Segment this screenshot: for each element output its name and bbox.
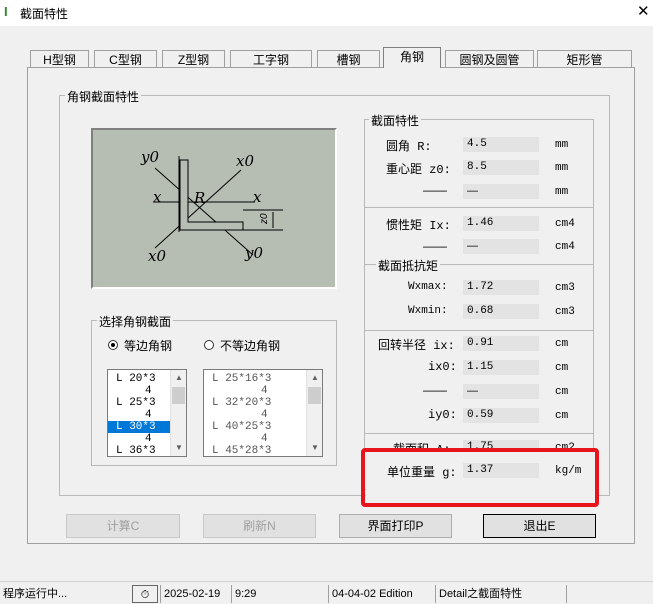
radius-r-label: 圆角 R: [386, 140, 432, 154]
tab-h-steel[interactable]: H型钢 [30, 50, 89, 68]
z0-label: 重心距 z0: [386, 163, 451, 177]
status-detail: Detail之截面特性 [435, 585, 565, 603]
blank-value: — [463, 239, 539, 254]
radio-unequal[interactable] [204, 340, 214, 350]
modulus-label: 截面抵抗矩 [376, 257, 441, 274]
scroll-thumb[interactable] [308, 387, 321, 404]
z0-value: 8.5 [463, 160, 539, 175]
equal-angle-list[interactable]: L 20*3 4 L 25*3 4 L 30*3 4 L 36*3 ▲ ▼ [107, 369, 187, 457]
blank-label: —— [423, 183, 447, 197]
wxmax-label: Wxmax: [408, 281, 448, 293]
exit-button[interactable]: 退出E [483, 514, 596, 538]
angle-diagram-svg: y0 x0 x x R x0 y0 z0 [140, 148, 283, 265]
radio-unequal-label[interactable]: 不等边角钢 [220, 337, 280, 354]
tab-z-steel[interactable]: Z型钢 [162, 50, 225, 68]
divider [364, 330, 594, 331]
clock-icon: ⏱ [132, 585, 158, 603]
list-item[interactable]: L 32*20*3 [204, 397, 322, 409]
scroll-down-icon[interactable]: ▼ [307, 440, 322, 456]
z0-unit: mm [555, 162, 569, 174]
status-time: 9:29 [231, 585, 326, 603]
highlight-box [361, 448, 599, 507]
divider [364, 207, 594, 208]
print-button[interactable]: 界面打印P [339, 514, 452, 538]
blank-unit: cm4 [555, 241, 575, 253]
tab-round-tube[interactable]: 圆钢及圆管 [445, 50, 534, 68]
gyration-ix-label: 回转半径 ix: [378, 339, 455, 353]
tab-i-beam[interactable]: 工字钢 [230, 50, 312, 68]
equal-list-scrollbar[interactable]: ▲ ▼ [170, 370, 186, 456]
select-section-label: 选择角钢截面 [97, 313, 174, 330]
tab-angle-steel[interactable]: 角钢 [383, 47, 441, 68]
app-icon: I [4, 4, 8, 19]
blank-value: — [463, 384, 539, 399]
blank-unit: mm [555, 186, 569, 198]
gyration-iy0-unit: cm [555, 410, 569, 422]
section-props-label: 截面特性 [369, 112, 422, 129]
divider [364, 433, 594, 434]
status-empty [566, 585, 653, 603]
label-x-left: x [153, 188, 162, 206]
angle-section-diagram: y0 x0 x x R x0 y0 z0 [91, 128, 337, 289]
gyration-iy0-label: iy0: [428, 408, 457, 422]
tab-channel[interactable]: 槽钢 [317, 50, 380, 68]
unequal-list-scrollbar[interactable]: ▲ ▼ [306, 370, 322, 456]
gyration-iy0-value: 0.59 [463, 408, 539, 423]
scroll-up-icon[interactable]: ▲ [171, 370, 186, 386]
wxmin-value: 0.68 [463, 304, 539, 319]
tab-c-steel[interactable]: C型钢 [94, 50, 157, 68]
wxmax-value: 1.72 [463, 280, 539, 295]
status-date: 2025-02-19 [160, 585, 230, 603]
list-item[interactable]: 4 [204, 409, 322, 421]
label-R: R [193, 189, 205, 207]
calc-button[interactable]: 计算C [66, 514, 180, 538]
refresh-button[interactable]: 刷新N [203, 514, 316, 538]
list-item[interactable]: L 40*25*3 [204, 421, 322, 433]
label-x0-bottom: x0 [148, 247, 166, 265]
wxmax-unit: cm3 [555, 282, 575, 294]
tab-rect-tube[interactable]: 矩形管 [537, 50, 632, 68]
scroll-down-icon[interactable]: ▼ [171, 440, 186, 456]
list-item[interactable]: 4 [204, 385, 322, 397]
label-z0: z0 [259, 213, 270, 225]
window-title: 截面特性 [20, 7, 69, 21]
blank-unit: cm [555, 386, 569, 398]
blank-label: —— [423, 383, 447, 397]
radio-equal-label[interactable]: 等边角钢 [124, 337, 172, 354]
close-icon[interactable]: ✕ [637, 2, 650, 20]
radius-r-unit: mm [555, 139, 569, 151]
status-bar: 程序运行中... ⏱ 2025-02-19 9:29 04-04-02 Edit… [0, 581, 653, 604]
inertia-ix-label: 惯性矩 Ix: [386, 219, 451, 233]
status-edition: 04-04-02 Edition [328, 585, 434, 603]
gyration-ix-unit: cm [555, 338, 569, 350]
label-y0-top: y0 [140, 148, 159, 166]
wxmin-label: Wxmin: [408, 305, 448, 317]
label-x0-top: x0 [236, 152, 254, 170]
list-item[interactable]: 4 [204, 433, 322, 445]
gyration-ix-value: 0.91 [463, 336, 539, 351]
status-text: 程序运行中... [3, 588, 68, 600]
gyration-ix0-label: ix0: [428, 360, 457, 374]
radius-r-value: 4.5 [463, 137, 539, 152]
unequal-angle-list[interactable]: L 25*16*3 4 L 32*20*3 4 L 40*25*3 4 L 45… [203, 369, 323, 457]
inertia-ix-unit: cm4 [555, 218, 575, 230]
inertia-ix-value: 1.46 [463, 216, 539, 231]
gyration-ix0-unit: cm [555, 362, 569, 374]
list-item-selected[interactable]: L 30*3 [108, 421, 170, 433]
list-item[interactable]: L 45*28*3 [204, 445, 322, 456]
blank-value: — [463, 184, 539, 199]
title-bar: I 截面特性 ✕ [0, 0, 653, 26]
gyration-ix0-value: 1.15 [463, 360, 539, 375]
wxmin-unit: cm3 [555, 306, 575, 318]
label-x-right: x [253, 188, 262, 206]
label-y0-bottom: y0 [244, 244, 263, 262]
scroll-thumb[interactable] [172, 387, 185, 404]
scroll-up-icon[interactable]: ▲ [307, 370, 322, 386]
angle-section-group-label: 角钢截面特性 [65, 88, 142, 105]
list-item[interactable]: L 25*16*3 [204, 373, 322, 385]
radio-equal[interactable] [108, 340, 118, 350]
blank-label: —— [423, 239, 447, 253]
